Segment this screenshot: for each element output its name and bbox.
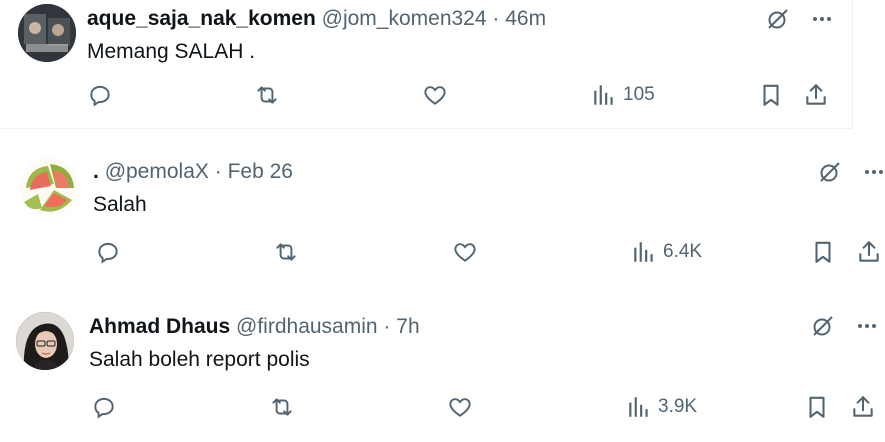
timestamp[interactable]: 46m — [505, 7, 546, 30]
avatar[interactable] — [20, 158, 78, 216]
tweet-text: Salah — [93, 193, 147, 216]
grok-icon[interactable] — [816, 158, 844, 186]
views-count: 105 — [623, 84, 655, 105]
views-button[interactable]: 6.4K — [631, 239, 702, 265]
repost-button[interactable] — [269, 394, 295, 420]
reply-icon — [94, 397, 114, 419]
share-button[interactable] — [856, 239, 882, 265]
like-button[interactable] — [452, 239, 478, 265]
share-icon — [853, 396, 873, 417]
user-handle[interactable]: @jom_komen324 — [322, 7, 487, 30]
user-handle[interactable]: @pemolaX — [105, 160, 209, 183]
views-chart-icon — [629, 397, 648, 417]
heart-icon — [454, 243, 476, 262]
timestamp[interactable]: Feb 26 — [228, 160, 293, 183]
views-count: 6.4K — [663, 241, 703, 262]
repost-button[interactable] — [254, 82, 280, 108]
column-border — [852, 0, 853, 128]
repost-icon — [257, 86, 277, 104]
views-chart-icon — [594, 85, 613, 105]
reply-button[interactable] — [87, 82, 113, 108]
bookmark-button[interactable] — [810, 239, 836, 265]
like-button[interactable] — [422, 82, 448, 108]
display-name[interactable]: Ahmad Dhaus — [89, 315, 230, 338]
user-handle[interactable]: @firdhausamin — [236, 315, 378, 338]
share-button[interactable] — [850, 394, 876, 420]
repost-icon — [272, 398, 292, 416]
grok-icon[interactable] — [809, 312, 837, 340]
heart-icon — [449, 398, 471, 417]
share-icon — [859, 241, 879, 262]
tweet-text: Memang SALAH . — [87, 40, 256, 63]
timestamp[interactable]: 7h — [396, 315, 419, 338]
more-options-icon[interactable] — [808, 5, 836, 33]
bookmark-button[interactable] — [758, 82, 784, 108]
bookmark-icon — [815, 241, 831, 263]
reply-button[interactable] — [91, 394, 117, 420]
more-options-icon[interactable] — [853, 312, 881, 340]
bookmark-icon — [809, 396, 825, 418]
share-icon — [806, 84, 826, 105]
reply-icon — [98, 242, 118, 264]
tweet-3[interactable]: Ahmad Dhaus @firdhausamin · 7h Salah bol… — [0, 283, 885, 442]
repost-button[interactable] — [273, 239, 299, 265]
tweet-2[interactable]: . @pemolaX · Feb 26 Salah 6.4K — [0, 129, 885, 282]
views-chart-icon — [634, 242, 653, 262]
separator: · — [383, 315, 391, 338]
bookmark-icon — [763, 84, 779, 106]
tweet-text: Salah boleh report polis — [89, 348, 310, 371]
reply-button[interactable] — [95, 239, 121, 265]
like-button[interactable] — [447, 394, 473, 420]
tweet-1[interactable]: aque_saja_nak_komen @jom_komen324 · 46m … — [0, 0, 853, 128]
display-name[interactable]: aque_saja_nak_komen — [87, 7, 316, 30]
avatar[interactable] — [16, 312, 74, 370]
heart-icon — [424, 86, 446, 105]
repost-icon — [276, 243, 296, 261]
bookmark-button[interactable] — [804, 394, 830, 420]
views-button[interactable]: 105 — [591, 82, 655, 108]
views-button[interactable]: 3.9K — [626, 394, 697, 420]
separator: · — [492, 7, 500, 30]
separator: · — [214, 160, 222, 183]
grok-icon[interactable] — [764, 5, 792, 33]
display-name[interactable]: . — [93, 160, 99, 183]
avatar[interactable] — [18, 4, 76, 62]
share-button[interactable] — [803, 82, 829, 108]
reply-icon — [90, 85, 110, 107]
views-count: 3.9K — [658, 396, 698, 417]
more-options-icon[interactable] — [860, 158, 885, 186]
